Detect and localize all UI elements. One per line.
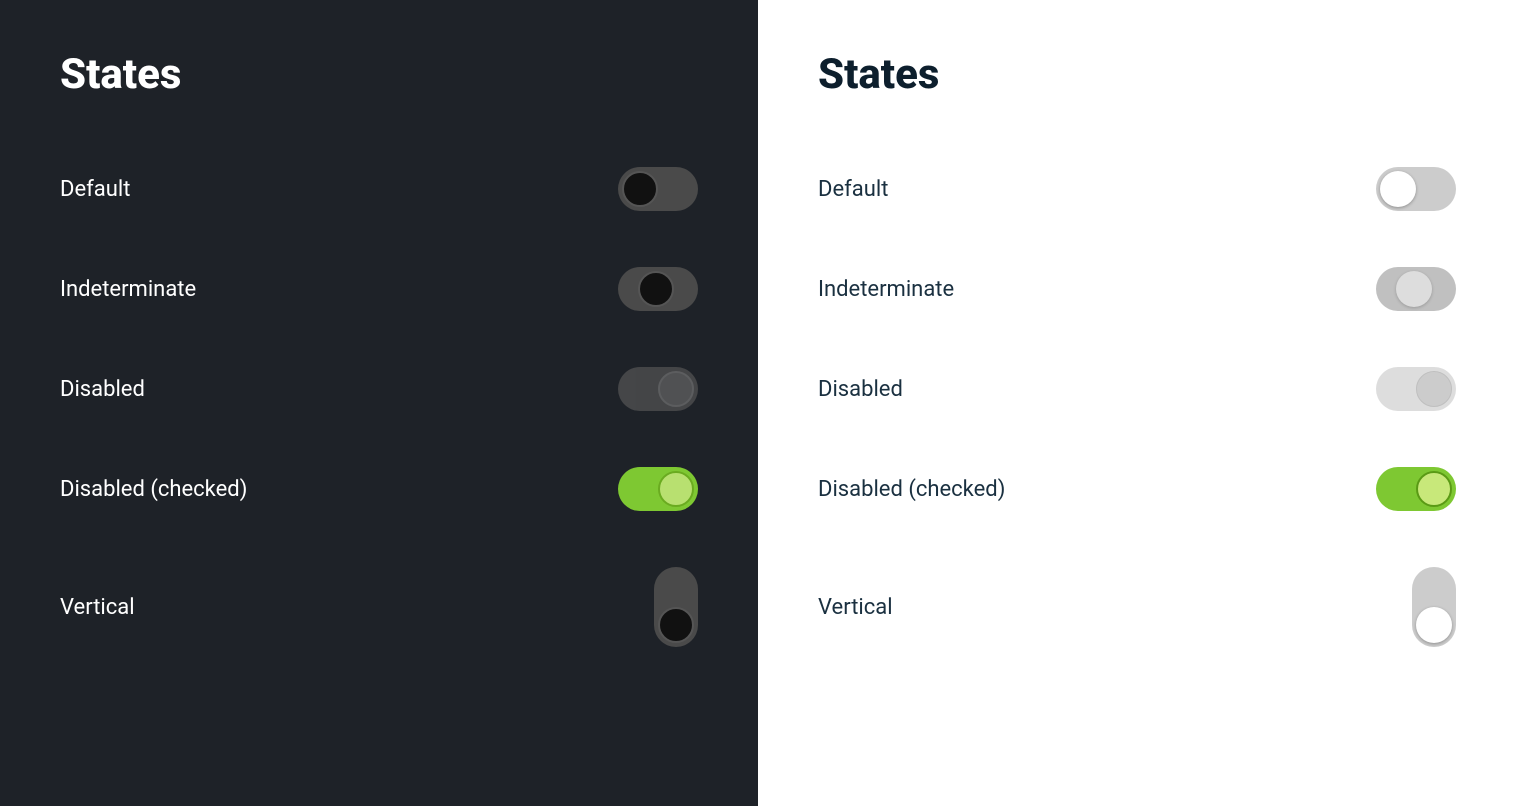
light-indeterminate-label: Indeterminate bbox=[818, 277, 954, 302]
light-default-toggle[interactable] bbox=[1376, 167, 1456, 211]
dark-vertical-toggle[interactable] bbox=[654, 567, 698, 647]
dark-disabled-checked-label: Disabled (checked) bbox=[60, 477, 247, 502]
dark-disabled-row: Disabled bbox=[60, 339, 698, 439]
dark-indeterminate-thumb bbox=[638, 271, 674, 307]
dark-disabled-toggle bbox=[618, 367, 698, 411]
light-default-toggle-wrapper bbox=[1376, 167, 1456, 211]
light-disabled-label: Disabled bbox=[818, 377, 903, 402]
light-vertical-toggle-wrapper bbox=[1412, 567, 1456, 647]
dark-vertical-label: Vertical bbox=[60, 595, 135, 620]
dark-vertical-toggle-wrapper bbox=[654, 567, 698, 647]
dark-disabled-checked-row: Disabled (checked) bbox=[60, 439, 698, 539]
light-disabled-checked-row: Disabled (checked) bbox=[818, 439, 1456, 539]
dark-indeterminate-label: Indeterminate bbox=[60, 277, 196, 302]
light-disabled-checked-thumb bbox=[1416, 471, 1452, 507]
dark-disabled-checked-thumb bbox=[658, 471, 694, 507]
light-vertical-row: Vertical bbox=[818, 539, 1456, 675]
dark-default-toggle-wrapper bbox=[618, 167, 698, 211]
dark-default-label: Default bbox=[60, 177, 130, 202]
light-disabled-row: Disabled bbox=[818, 339, 1456, 439]
dark-panel: States Default Indeterminate Disabled Di… bbox=[0, 0, 758, 806]
dark-default-thumb bbox=[622, 171, 658, 207]
light-panel-title: States bbox=[818, 50, 1456, 99]
light-indeterminate-toggle-wrapper bbox=[1376, 267, 1456, 311]
light-default-label: Default bbox=[818, 177, 888, 202]
light-vertical-toggle[interactable] bbox=[1412, 567, 1456, 647]
dark-disabled-thumb bbox=[658, 371, 694, 407]
light-vertical-label: Vertical bbox=[818, 595, 893, 620]
light-vertical-thumb bbox=[1416, 607, 1452, 643]
light-disabled-checked-toggle-wrapper bbox=[1376, 467, 1456, 511]
dark-vertical-thumb bbox=[658, 607, 694, 643]
dark-disabled-toggle-wrapper bbox=[618, 367, 698, 411]
dark-indeterminate-toggle[interactable] bbox=[618, 267, 698, 311]
light-disabled-toggle-wrapper bbox=[1376, 367, 1456, 411]
dark-disabled-checked-toggle bbox=[618, 467, 698, 511]
dark-default-row: Default bbox=[60, 139, 698, 239]
dark-disabled-label: Disabled bbox=[60, 377, 145, 402]
dark-indeterminate-toggle-wrapper bbox=[618, 267, 698, 311]
dark-indeterminate-row: Indeterminate bbox=[60, 239, 698, 339]
light-disabled-checked-toggle bbox=[1376, 467, 1456, 511]
dark-disabled-checked-toggle-wrapper bbox=[618, 467, 698, 511]
light-indeterminate-toggle[interactable] bbox=[1376, 267, 1456, 311]
light-disabled-checked-label: Disabled (checked) bbox=[818, 477, 1005, 502]
dark-default-toggle[interactable] bbox=[618, 167, 698, 211]
light-disabled-toggle bbox=[1376, 367, 1456, 411]
light-disabled-thumb bbox=[1416, 371, 1452, 407]
light-indeterminate-thumb bbox=[1396, 271, 1432, 307]
light-panel: States Default Indeterminate Disabled Di… bbox=[758, 0, 1516, 806]
dark-panel-title: States bbox=[60, 50, 698, 99]
light-default-thumb bbox=[1380, 171, 1416, 207]
light-indeterminate-row: Indeterminate bbox=[818, 239, 1456, 339]
dark-vertical-row: Vertical bbox=[60, 539, 698, 675]
light-default-row: Default bbox=[818, 139, 1456, 239]
